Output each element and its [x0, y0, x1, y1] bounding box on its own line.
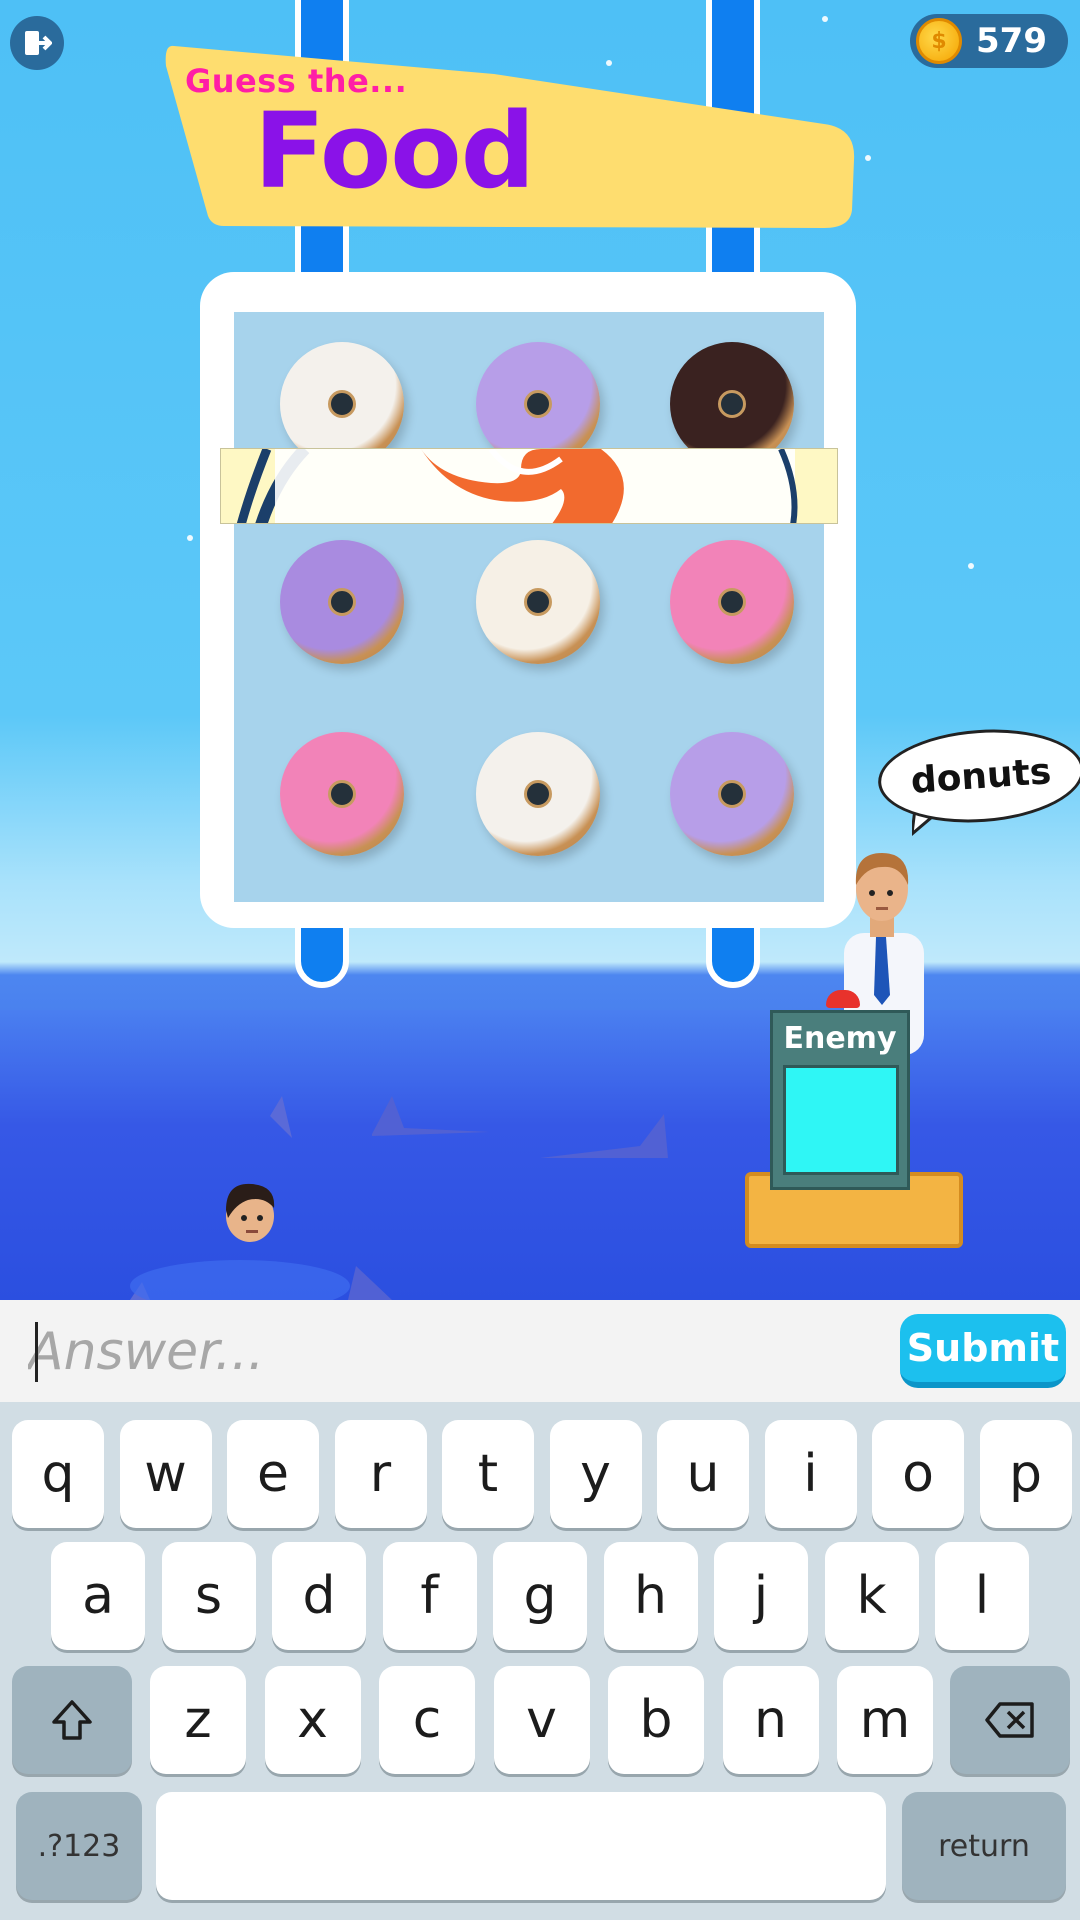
sparkle — [187, 535, 193, 541]
key-z[interactable]: z — [150, 1666, 246, 1774]
sparkle — [822, 16, 828, 22]
text-caret — [35, 1322, 38, 1382]
shift-key[interactable] — [12, 1666, 132, 1774]
key-l[interactable]: l — [935, 1542, 1029, 1650]
enemy-podium: Enemy — [770, 1010, 910, 1190]
key-o[interactable]: o — [872, 1420, 964, 1528]
shift-arrow-icon — [52, 1700, 92, 1740]
key-c[interactable]: c — [379, 1666, 475, 1774]
donut-image — [476, 732, 600, 856]
key-r[interactable]: r — [334, 1420, 427, 1528]
key-q[interactable]: q — [12, 1420, 104, 1528]
coin-icon: $ — [916, 18, 962, 64]
key-i[interactable]: i — [764, 1420, 857, 1528]
exit-door-icon — [25, 31, 52, 55]
key-n[interactable]: n — [722, 1666, 819, 1774]
key-p[interactable]: p — [979, 1420, 1072, 1528]
key-b[interactable]: b — [608, 1666, 704, 1774]
backspace-key[interactable] — [950, 1666, 1070, 1774]
exit-button[interactable] — [10, 16, 64, 70]
backspace-icon — [985, 1702, 1034, 1738]
key-m[interactable]: m — [837, 1666, 933, 1774]
key-h[interactable]: h — [603, 1542, 698, 1650]
reveal-strip — [220, 448, 838, 524]
sparkle — [968, 563, 974, 569]
coin-count: 579 — [976, 21, 1047, 61]
donut-image — [476, 540, 600, 664]
donut-image — [280, 732, 404, 856]
key-k[interactable]: k — [824, 1542, 919, 1650]
game-scene: Guess the... Food Enemy donuts $ 579 — [0, 0, 1080, 1300]
key-g[interactable]: g — [493, 1542, 587, 1650]
key-d[interactable]: d — [272, 1542, 366, 1650]
key-y[interactable]: y — [549, 1420, 642, 1528]
player-avatar — [226, 1183, 275, 1242]
donut-image — [670, 540, 794, 664]
return-key[interactable]: return — [902, 1792, 1066, 1900]
key-f[interactable]: f — [382, 1542, 477, 1650]
key-s[interactable]: s — [161, 1542, 256, 1650]
key-v[interactable]: v — [493, 1666, 590, 1774]
enemy-speech-bubble: donuts — [875, 722, 1080, 830]
sparkle — [865, 155, 871, 161]
key-a[interactable]: a — [51, 1542, 145, 1650]
enemy-guess-text: donuts — [909, 750, 1053, 802]
on-screen-keyboard: q w e r t y u i o p a s d f g h j k l z x c v b n m .?123 return — [0, 1402, 1080, 1920]
key-u[interactable]: u — [657, 1420, 749, 1528]
key-t[interactable]: t — [442, 1420, 534, 1528]
coin-counter: $ 579 — [910, 14, 1068, 68]
buzzer-button — [826, 990, 860, 1008]
podium-screen — [783, 1065, 899, 1175]
podium-label: Enemy — [783, 1021, 897, 1056]
answer-input[interactable] — [28, 1320, 888, 1384]
key-e[interactable]: e — [227, 1420, 319, 1528]
key-w[interactable]: w — [119, 1420, 212, 1528]
key-j[interactable]: j — [714, 1542, 808, 1650]
title-category: Food — [254, 90, 535, 212]
space-key[interactable] — [156, 1792, 886, 1900]
donut-image — [280, 540, 404, 664]
numbers-key[interactable]: .?123 — [16, 1792, 142, 1900]
key-x[interactable]: x — [264, 1666, 361, 1774]
submit-button[interactable]: Submit — [900, 1314, 1066, 1388]
donut-image — [670, 732, 794, 856]
